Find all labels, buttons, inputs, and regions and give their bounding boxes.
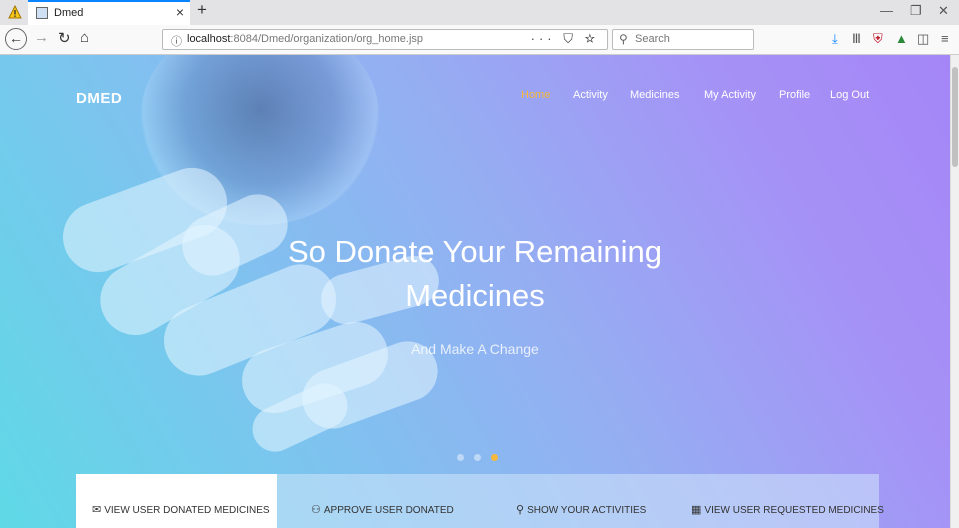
url-text[interactable]: localhost:8084/Dmed/organization/org_hom…	[187, 33, 423, 45]
library-icon[interactable]: Ⅲ	[852, 31, 861, 47]
hero-subtitle: And Make A Change	[411, 341, 539, 357]
nav-activity[interactable]: Activity	[573, 89, 608, 101]
search-icon: ⚲	[619, 32, 628, 46]
menu-icon[interactable]: ≡	[941, 31, 949, 46]
window-close-icon[interactable]: ✕	[938, 3, 949, 19]
feature-label: APPROVE USER DONATED	[323, 505, 454, 516]
nav-log-out[interactable]: Log Out	[830, 89, 869, 101]
carousel-dot-active[interactable]	[491, 454, 498, 461]
drive-icon[interactable]: ▲	[895, 31, 908, 46]
feature-approve-donated[interactable]: ⚇ APPROVE USER DONATED	[311, 474, 481, 528]
url-host: localhost	[187, 33, 231, 45]
page-actions-icon[interactable]: ··· ⛉ ☆	[531, 31, 599, 47]
reload-icon[interactable]: ↻	[58, 29, 71, 47]
carousel-dot[interactable]	[474, 454, 481, 461]
hero-title: So Donate Your Remaining Medicines	[0, 230, 950, 318]
search-bar[interactable]: ⚲	[612, 29, 754, 50]
home-icon[interactable]: ⌂	[80, 29, 89, 46]
browser-tab[interactable]: Dmed ×	[28, 0, 190, 25]
search-input[interactable]	[635, 33, 745, 45]
feature-label: SHOW YOUR ACTIVITIES	[527, 505, 647, 516]
favicon-icon	[36, 7, 48, 19]
feature-label: VIEW USER DONATED MEDICINES	[104, 505, 270, 516]
feature-view-requested[interactable]: ▦ VIEW USER REQUESTED MEDICINES	[691, 474, 884, 528]
info-icon[interactable]: ⓘ	[171, 33, 182, 49]
feature-bar: ✉ VIEW USER DONATED MEDICINES ⚇ APPROVE US…	[76, 474, 884, 528]
nav-medicines[interactable]: Medicines	[630, 89, 680, 101]
feature-show-activities[interactable]: ⚲ SHOW YOUR ACTIVITIES	[516, 474, 666, 528]
request-icon: ▦	[691, 504, 702, 516]
restore-icon[interactable]: ❐	[910, 3, 922, 19]
forward-icon[interactable]: →	[34, 29, 49, 46]
browser-tab-bar: Dmed × + — ❐ ✕	[0, 0, 959, 25]
url-path: :8084/Dmed/organization/org_home.jsp	[230, 33, 424, 45]
donate-icon: ✉	[92, 504, 102, 516]
hero-title-line1: So Donate Your Remaining	[288, 234, 662, 269]
nav-profile[interactable]: Profile	[779, 89, 810, 101]
new-tab-icon[interactable]: +	[197, 0, 207, 20]
minimize-icon[interactable]: —	[880, 3, 893, 18]
page-scrollbar[interactable]	[950, 55, 959, 528]
sidebar-icon[interactable]: ◫	[917, 31, 929, 47]
download-icon[interactable]: ⤓	[832, 31, 838, 47]
feature-view-donated[interactable]: ✉ VIEW USER DONATED MEDICINES	[76, 474, 277, 528]
scrollbar-thumb[interactable]	[952, 67, 958, 167]
tab-title: Dmed	[54, 7, 84, 19]
hero-section: DMED Home Activity Medicines My Activity…	[0, 55, 950, 528]
nav-my-activity[interactable]: My Activity	[704, 89, 756, 101]
close-tab-icon[interactable]: ×	[176, 4, 184, 20]
url-bar[interactable]: ⓘ localhost:8084/Dmed/organization/org_h…	[162, 29, 608, 50]
nav-home[interactable]: Home	[521, 89, 550, 101]
carousel-dot[interactable]	[457, 454, 464, 461]
back-icon[interactable]: ←	[5, 28, 27, 50]
site-logo[interactable]: DMED	[76, 90, 122, 107]
warning-icon[interactable]	[8, 5, 22, 19]
hero-title-line2: Medicines	[405, 278, 545, 313]
feature-label: VIEW USER REQUESTED MEDICINES	[704, 505, 884, 516]
ublock-icon[interactable]: ⛨	[873, 31, 883, 47]
approve-icon: ⚇	[311, 504, 321, 516]
activities-icon: ⚲	[516, 504, 525, 516]
browser-nav-bar: ← → ↻ ⌂ ⓘ localhost:8084/Dmed/organizati…	[0, 25, 959, 55]
